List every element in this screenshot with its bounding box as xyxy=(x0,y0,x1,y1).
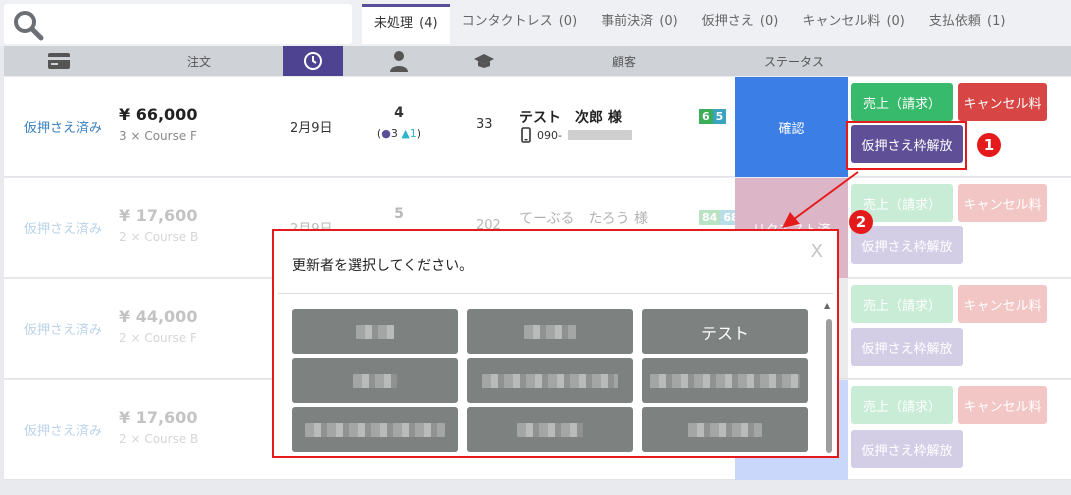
tab-payment-request[interactable]: 支払依頼 (1) xyxy=(917,4,1018,44)
redacted-name xyxy=(305,422,445,437)
child-icon: ▲ xyxy=(401,127,410,140)
reservation-status: 仮押さえ済み xyxy=(24,424,103,439)
order-course: 2 × Course B xyxy=(119,230,199,244)
sale-button[interactable]: 売上（請求） xyxy=(851,285,953,323)
user-button[interactable] xyxy=(467,309,633,354)
table-header: 注文 顧客 ステータス xyxy=(4,46,1071,76)
visit-badge: 84 xyxy=(699,210,721,225)
visit-badge: 5 xyxy=(712,109,727,124)
graduation-cap-icon[interactable] xyxy=(459,46,509,76)
status-tabs: 未処理 (4) コンタクトレス (0) 事前決済 (0) 仮押さえ (0) キャ… xyxy=(362,4,1017,44)
redacted-name xyxy=(688,422,762,437)
redacted-name xyxy=(356,324,394,339)
user-button[interactable] xyxy=(467,407,633,452)
cancel-fee-button[interactable]: キャンセル料 xyxy=(958,285,1047,323)
phone-icon xyxy=(521,127,531,143)
user-button[interactable] xyxy=(292,309,458,354)
user-button[interactable] xyxy=(292,407,458,452)
search-icon xyxy=(14,11,44,41)
reservation-date: 2月9日 xyxy=(290,121,333,136)
order-course: 2 × Course F xyxy=(119,331,197,345)
adult-count: 3 xyxy=(390,127,398,140)
cancel-fee-button[interactable]: キャンセル料 xyxy=(958,184,1047,222)
redacted-name xyxy=(482,373,618,388)
people-count: 5 xyxy=(394,206,404,222)
clock-icon[interactable] xyxy=(283,46,343,76)
card-icon xyxy=(34,46,84,76)
tab-count: (0) xyxy=(886,14,905,29)
order-column-header[interactable]: 注文 xyxy=(154,46,244,76)
order-course: 2 × Course B xyxy=(119,432,199,446)
order-price: ¥ 44,000 xyxy=(119,307,198,326)
search-input[interactable] xyxy=(4,4,352,44)
customer-name[interactable]: テスト 次郎 様 xyxy=(519,107,622,127)
redacted-name xyxy=(650,373,800,388)
release-hold-button[interactable]: 仮押さえ枠解放 xyxy=(851,430,963,468)
top-bar: 未処理 (4) コンタクトレス (0) 事前決済 (0) 仮押さえ (0) キャ… xyxy=(0,0,1071,46)
tab-prepayment[interactable]: 事前決済 (0) xyxy=(589,4,690,44)
people-breakdown: (●3 ▲1) xyxy=(376,127,422,140)
divider xyxy=(278,293,833,294)
tab-count: (0) xyxy=(558,14,578,29)
user-button[interactable] xyxy=(292,358,458,403)
tab-label: 仮押さえ xyxy=(701,14,754,29)
seat-number: 33 xyxy=(476,117,493,132)
sale-button[interactable]: 売上（請求） xyxy=(851,386,953,424)
scrollbar[interactable] xyxy=(826,319,832,453)
reservation-status: 仮押さえ済み xyxy=(24,323,103,338)
step-marker: 2 xyxy=(849,210,873,234)
user-button[interactable] xyxy=(467,358,633,403)
tab-label: 事前決済 xyxy=(601,14,654,29)
adult-icon: ● xyxy=(381,127,391,140)
reservation-status: 仮押さえ済み xyxy=(24,121,103,136)
customer-name[interactable]: てーぶる たろう 様 xyxy=(519,208,648,228)
step-marker: 1 xyxy=(977,133,1001,157)
release-hold-button[interactable]: 仮押さえ枠解放 xyxy=(851,328,963,366)
visit-badges: 65 xyxy=(699,109,727,124)
order-price: ¥ 17,600 xyxy=(119,206,198,225)
tab-count: (1) xyxy=(987,14,1006,29)
cancel-fee-button[interactable]: キャンセル料 xyxy=(958,386,1047,424)
child-count: 1 xyxy=(409,127,417,140)
customer-column-header[interactable]: 顧客 xyxy=(589,46,659,76)
customer-phone: 090- xyxy=(521,127,632,143)
tab-label: コンタクトレス xyxy=(461,14,553,29)
tab-label: 支払依頼 xyxy=(928,14,981,29)
redacted-name xyxy=(524,324,576,339)
order-price: ¥ 17,600 xyxy=(119,408,198,427)
sale-button[interactable]: 売上（請求） xyxy=(851,83,953,121)
people-count: 4 xyxy=(394,105,404,121)
tab-label: キャンセル料 xyxy=(802,14,881,29)
user-button[interactable] xyxy=(642,407,808,452)
cancel-fee-button[interactable]: キャンセル料 xyxy=(958,83,1047,121)
tab-label: 未処理 xyxy=(374,16,414,31)
status-column-header[interactable]: ステータス xyxy=(739,46,849,76)
phone-number: 090- xyxy=(537,128,562,142)
person-icon[interactable] xyxy=(374,46,424,76)
tab-unprocessed[interactable]: 未処理 (4) xyxy=(362,4,450,44)
user-button[interactable] xyxy=(642,358,808,403)
reservation-status: 仮押さえ済み xyxy=(24,222,103,237)
tab-count: (0) xyxy=(659,14,678,29)
modal-title: 更新者を選択してください。 xyxy=(292,258,474,274)
tab-cancel-fee[interactable]: キャンセル料 (0) xyxy=(790,4,917,44)
redacted-phone xyxy=(567,130,632,140)
scroll-up-icon[interactable]: ▲ xyxy=(824,301,830,310)
tab-provisional[interactable]: 仮押さえ (0) xyxy=(690,4,791,44)
tab-count: (0) xyxy=(759,14,779,29)
redacted-name xyxy=(517,422,583,437)
close-button[interactable]: X xyxy=(811,241,823,262)
user-button-test[interactable]: テスト xyxy=(642,309,808,354)
visit-badge: 6 xyxy=(699,109,713,124)
updater-select-modal: 更新者を選択してください。 X テスト ▲ xyxy=(272,229,839,458)
tab-contactless[interactable]: コンタクトレス (0) xyxy=(450,4,590,44)
footer-strip xyxy=(0,481,1071,495)
tab-count: (4) xyxy=(419,16,438,31)
redacted-name xyxy=(353,373,397,388)
order-course: 3 × Course F xyxy=(119,129,197,143)
order-price: ¥ 66,000 xyxy=(119,105,198,124)
